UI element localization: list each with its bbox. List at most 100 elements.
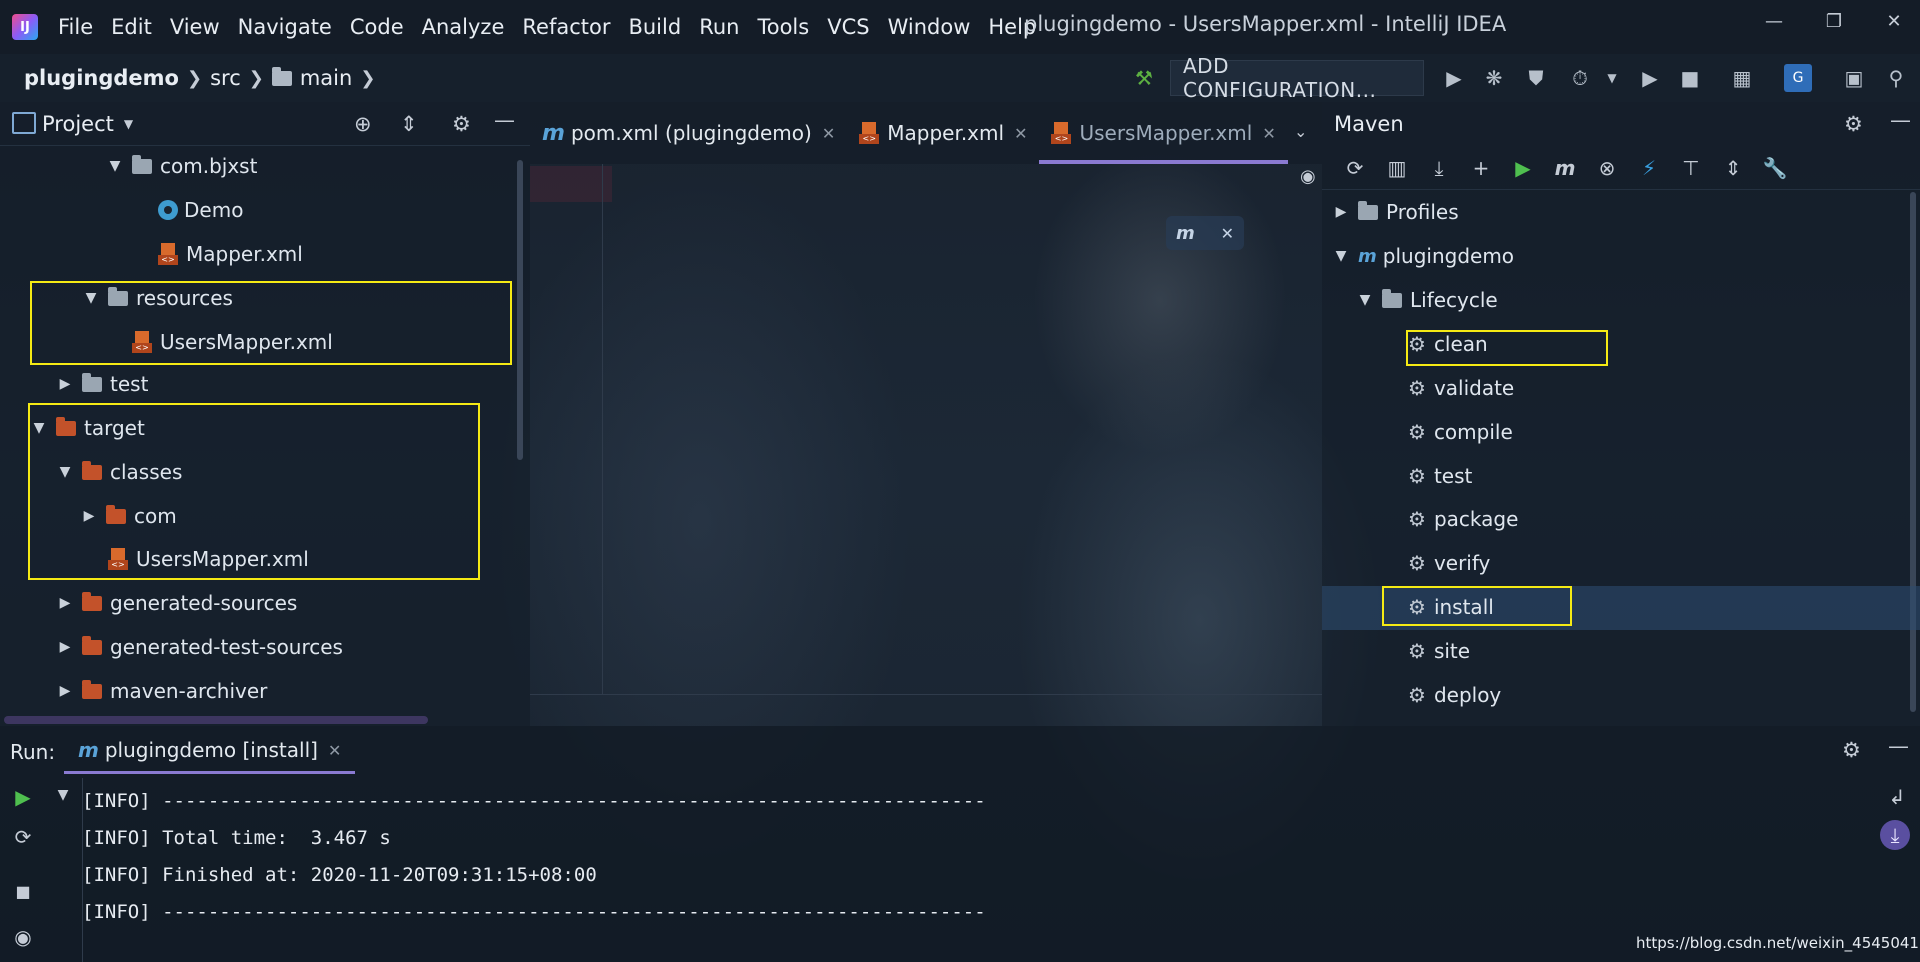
hide-panel-icon[interactable]: —: [1888, 734, 1909, 758]
menu-vcs[interactable]: VCS: [827, 15, 869, 39]
coverage-icon[interactable]: ⛊: [1522, 64, 1550, 92]
execute-goal-icon[interactable]: m: [1544, 153, 1586, 183]
menu-window[interactable]: Window: [888, 15, 971, 39]
console-output[interactable]: [INFO] ---------------------------------…: [82, 782, 986, 930]
run-anything-icon[interactable]: ▶: [1636, 64, 1664, 92]
hide-panel-icon[interactable]: —: [494, 108, 515, 132]
toggle-tree-icon[interactable]: ⟳: [8, 822, 38, 852]
expanded-arrow-icon[interactable]: ▼: [1356, 292, 1374, 308]
collapse-all-icon[interactable]: ⇕: [1712, 153, 1754, 183]
chevron-down-icon[interactable]: ⌄: [1294, 122, 1307, 141]
soft-wrap-icon[interactable]: ↲: [1882, 782, 1912, 812]
menu-file[interactable]: File: [58, 15, 93, 39]
menu-build[interactable]: Build: [628, 15, 681, 39]
maven-scrollbar[interactable]: [1910, 192, 1916, 712]
minimize-window-icon[interactable]: —: [1756, 6, 1792, 36]
maven-goal-verify[interactable]: ⚙ verify: [1408, 545, 1490, 581]
close-tab-icon[interactable]: ✕: [328, 741, 341, 760]
intellij-logo-icon[interactable]: IJ: [12, 14, 38, 40]
tree-item-xml[interactable]: Mapper.xml: [158, 236, 303, 272]
menu-view[interactable]: View: [170, 15, 220, 39]
translate-icon[interactable]: G: [1784, 64, 1812, 92]
collapsed-arrow-icon[interactable]: ▶: [56, 639, 74, 655]
maven-tree-profiles[interactable]: ▶ Profiles: [1332, 194, 1459, 230]
tab-pom-xml[interactable]: m pom.xml (plugingdemo) ✕: [530, 102, 847, 164]
terminal-icon[interactable]: ▣: [1840, 64, 1868, 92]
collapse-all-icon[interactable]: ⇕: [400, 112, 418, 136]
restore-window-icon[interactable]: ❐: [1816, 6, 1852, 36]
breadcrumb-main[interactable]: main: [300, 66, 352, 90]
maven-reload-icon[interactable]: m: [1176, 223, 1195, 244]
generate-sources-icon[interactable]: ▥: [1376, 153, 1418, 183]
chevron-down-icon[interactable]: ▼: [1598, 64, 1626, 92]
collapsed-arrow-icon[interactable]: ▶: [56, 376, 74, 392]
expand-arrow-icon[interactable]: ▼: [48, 780, 78, 810]
project-scrollbar[interactable]: [517, 160, 523, 460]
tree-item-maven-archiver[interactable]: ▶ maven-archiver: [56, 673, 268, 709]
menu-navigate[interactable]: Navigate: [238, 15, 332, 39]
rerun-icon[interactable]: ▶: [8, 782, 38, 812]
maven-reload-popup[interactable]: m ✕: [1166, 216, 1244, 250]
close-tab-icon[interactable]: ✕: [1262, 124, 1275, 143]
show-dependencies-icon[interactable]: ⊤: [1670, 153, 1712, 183]
gear-icon[interactable]: ⚙: [1842, 738, 1861, 762]
menu-run[interactable]: Run: [699, 15, 739, 39]
close-tab-icon[interactable]: ✕: [1014, 124, 1027, 143]
project-structure-icon[interactable]: ▦: [1728, 64, 1756, 92]
hide-panel-icon[interactable]: —: [1890, 108, 1911, 132]
tree-item-package[interactable]: ▼ com.bjxst: [106, 148, 258, 184]
gear-icon[interactable]: ⚙: [1844, 112, 1863, 136]
debug-icon[interactable]: ❋: [1480, 64, 1508, 92]
locate-icon[interactable]: ⊕: [354, 112, 372, 136]
gear-icon[interactable]: ⚙: [452, 112, 471, 136]
collapsed-arrow-icon[interactable]: ▶: [1332, 204, 1350, 220]
scroll-to-end-icon[interactable]: ⤓: [1880, 820, 1910, 850]
close-window-icon[interactable]: ✕: [1876, 6, 1912, 36]
tree-item-test[interactable]: ▶ test: [56, 366, 149, 402]
run-icon[interactable]: ▶: [1440, 64, 1468, 92]
menu-code[interactable]: Code: [350, 15, 404, 39]
run-icon[interactable]: ▶: [1502, 153, 1544, 183]
maven-goal-site[interactable]: ⚙ site: [1408, 633, 1470, 669]
menu-refactor[interactable]: Refactor: [522, 15, 610, 39]
collapsed-arrow-icon[interactable]: ▶: [56, 595, 74, 611]
breadcrumb-project[interactable]: plugingdemo: [24, 66, 179, 90]
maven-goal-validate[interactable]: ⚙ validate: [1408, 370, 1514, 406]
download-icon[interactable]: ⤓: [1418, 153, 1460, 183]
expanded-arrow-icon[interactable]: ▼: [106, 158, 124, 174]
maven-goal-deploy[interactable]: ⚙ deploy: [1408, 677, 1501, 713]
maven-tree-project[interactable]: ▼ m plugingdemo: [1332, 238, 1514, 274]
run-tab-install[interactable]: m plugingdemo [install] ✕: [64, 726, 356, 774]
tree-item-class[interactable]: Demo: [158, 192, 243, 228]
chevron-down-icon[interactable]: ▼: [124, 117, 133, 131]
stop-icon[interactable]: ■: [1676, 64, 1704, 92]
expanded-arrow-icon[interactable]: ▼: [1332, 248, 1350, 264]
hammer-icon[interactable]: ⚒: [1130, 64, 1158, 92]
run-configuration-selector[interactable]: ADD CONFIGURATION...: [1170, 54, 1424, 102]
profile-icon[interactable]: ⏱: [1566, 64, 1594, 92]
close-icon[interactable]: ✕: [1221, 224, 1234, 243]
collapsed-arrow-icon[interactable]: ▶: [56, 683, 74, 699]
toggle-offline-icon[interactable]: ⊗: [1586, 153, 1628, 183]
reload-icon[interactable]: ⟳: [1334, 153, 1376, 183]
menu-tools[interactable]: Tools: [757, 15, 809, 39]
wrench-icon[interactable]: 🔧: [1754, 153, 1796, 183]
menu-analyze[interactable]: Analyze: [422, 15, 505, 39]
tree-item-generated-sources[interactable]: ▶ generated-sources: [56, 585, 298, 621]
stop-icon[interactable]: ■: [8, 876, 38, 906]
menu-edit[interactable]: Edit: [111, 15, 152, 39]
add-icon[interactable]: +: [1460, 153, 1502, 183]
search-icon[interactable]: ⚲: [1882, 64, 1910, 92]
breadcrumb-src[interactable]: src: [210, 66, 241, 90]
eye-icon[interactable]: ◉: [8, 922, 38, 952]
maven-tree-lifecycle[interactable]: ▼ Lifecycle: [1356, 282, 1498, 318]
tab-mapper-xml[interactable]: Mapper.xml ✕: [847, 102, 1039, 164]
maven-goal-compile[interactable]: ⚙ compile: [1408, 414, 1513, 450]
eye-icon[interactable]: ◉: [1300, 166, 1316, 187]
tree-item-generated-test-sources[interactable]: ▶ generated-test-sources: [56, 629, 343, 665]
tab-usersmapper-xml[interactable]: UsersMapper.xml ✕: [1039, 102, 1288, 164]
project-horizontal-scrollbar[interactable]: [4, 716, 428, 724]
close-tab-icon[interactable]: ✕: [822, 124, 835, 143]
project-panel-title[interactable]: Project: [42, 112, 114, 136]
maven-goal-test[interactable]: ⚙ test: [1408, 458, 1472, 494]
